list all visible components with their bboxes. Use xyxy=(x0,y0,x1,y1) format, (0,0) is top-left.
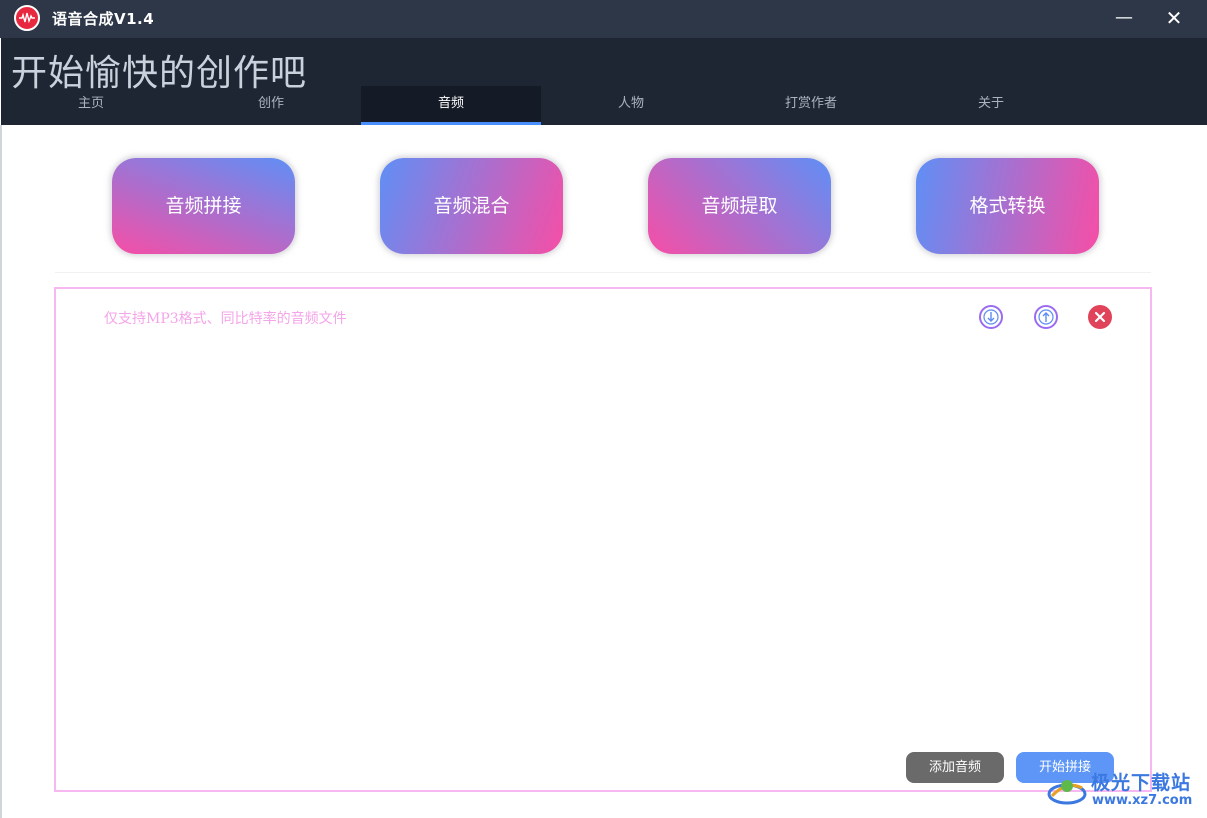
format-convert-button[interactable]: 格式转换 xyxy=(916,158,1099,254)
minimize-button[interactable]: — xyxy=(1101,0,1147,38)
watermark: 极光下载站 www.xz7.com xyxy=(1046,766,1206,812)
tab-donate[interactable]: 打赏作者 xyxy=(721,86,901,125)
watermark-title: 极光下载站 xyxy=(1091,772,1192,794)
watermark-logo-icon xyxy=(1046,770,1088,808)
close-window-button[interactable]: ✕ xyxy=(1151,0,1197,38)
window-title: 语音合成V1.4 xyxy=(52,10,155,28)
audio-extract-button[interactable]: 音频提取 xyxy=(648,158,831,254)
app-waveform-icon xyxy=(14,5,40,31)
delete-icon[interactable] xyxy=(1088,305,1112,329)
move-down-icon[interactable] xyxy=(979,305,1003,329)
audio-file-list-panel[interactable]: 仅支持MP3格式、同比特率的音频文件 添加音频 开始拼接 xyxy=(54,287,1152,792)
audio-mix-button[interactable]: 音频混合 xyxy=(380,158,563,254)
move-up-icon[interactable] xyxy=(1034,305,1058,329)
format-hint: 仅支持MP3格式、同比特率的音频文件 xyxy=(104,311,347,327)
audio-concat-button[interactable]: 音频拼接 xyxy=(112,158,295,254)
watermark-url: www.xz7.com xyxy=(1092,793,1193,808)
tab-create[interactable]: 创作 xyxy=(181,86,361,125)
window-left-edge xyxy=(0,125,2,818)
tab-characters[interactable]: 人物 xyxy=(541,86,721,125)
app-header: 开始愉快的创作吧 主页 创作 音频 人物 打赏作者 关于 xyxy=(1,38,1207,125)
title-bar: 语音合成V1.4 — ✕ xyxy=(0,0,1207,38)
tab-home[interactable]: 主页 xyxy=(1,86,181,125)
divider xyxy=(55,272,1151,273)
tab-audio[interactable]: 音频 xyxy=(361,86,541,125)
tab-about[interactable]: 关于 xyxy=(901,86,1081,125)
add-audio-button[interactable]: 添加音频 xyxy=(906,752,1004,783)
